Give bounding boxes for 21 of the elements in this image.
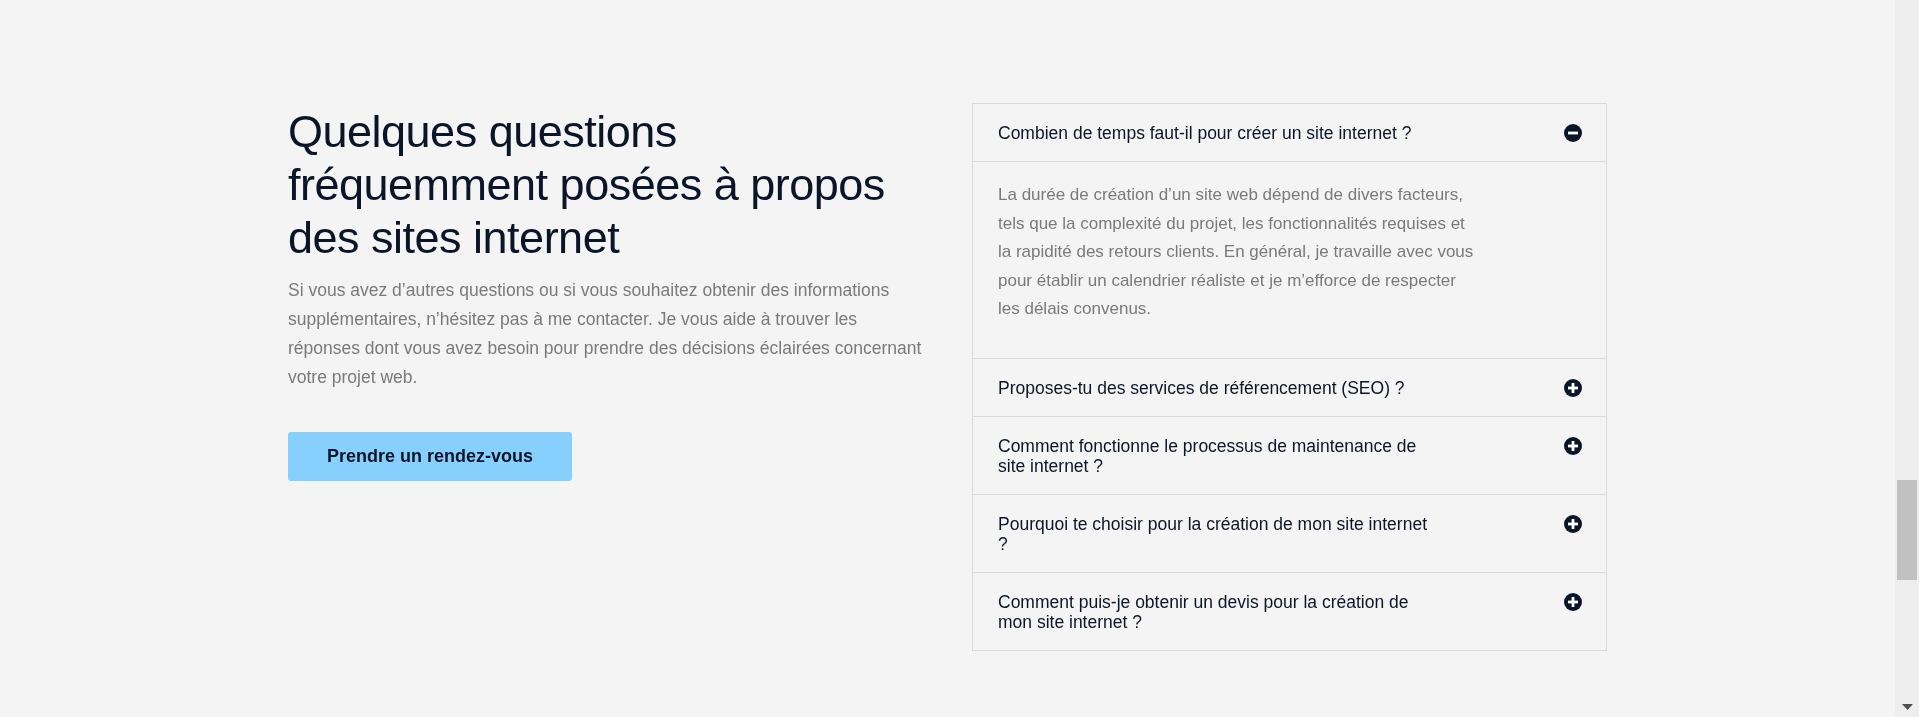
appointment-button[interactable]: Prendre un rendez-vous	[288, 432, 572, 481]
intro-paragraph: Si vous avez d’autres questions ou si vous souhaitez obtenir des informations supplémentaires, n’hésitez pas à me contacter. Je vous aide à trouver les réponses dont vous avez besoin pour prendre des décisions éclairées concernant votre projet web.	[288, 279, 923, 389]
faq-question-row[interactable]: Comment puis-je obtenir un devis pour la création de mon site internet ?	[973, 571, 1606, 650]
faq-question: Proposes-tu des services de référencement (SEO) ?	[998, 376, 1406, 398]
faq-question: Comment puis-je obtenir un devis pour la création de mon site internet ?	[998, 590, 1410, 632]
plus-icon[interactable]	[1564, 378, 1582, 397]
faq-answer: La durée de création d’un site web dépend de divers facteurs, tels que la complexité du projet, les fonctionnalités requises et la rapidité des retours clients. En général, je travaille avec vous pour établir un calendrier réaliste et je m’efforce de respecter les délais convenus.	[998, 184, 1475, 320]
plus-icon[interactable]	[1564, 436, 1582, 455]
faq-question-row[interactable]: Comment fonctionne le processus de maintenance de site internet ?	[973, 415, 1606, 494]
scroll-down-icon[interactable]	[1902, 704, 1913, 710]
faq-question-row[interactable]: Proposes-tu des services de référencement (SEO) ?	[973, 357, 1606, 416]
faq-question: Comment fonctionne le processus de maintenance de site internet ?	[998, 434, 1418, 476]
faq-question-row[interactable]: Pourquoi te choisir pour la création de mon site internet ?	[973, 493, 1606, 572]
plus-icon[interactable]	[1564, 514, 1582, 533]
faq-question: Combien de temps faut-il pour créer un site internet ?	[998, 122, 1413, 143]
faq-question-row[interactable]: Combien de temps faut-il pour créer un site internet ?	[973, 104, 1606, 161]
faq-question: Pourquoi te choisir pour la création de mon site internet ?	[998, 512, 1428, 554]
scrollbar-thumb[interactable]	[1897, 480, 1917, 580]
minus-icon[interactable]	[1564, 124, 1582, 142]
plus-icon[interactable]	[1564, 592, 1582, 611]
section-heading: Quelques questions fréquemment posées à propos des sites internet	[288, 105, 886, 264]
